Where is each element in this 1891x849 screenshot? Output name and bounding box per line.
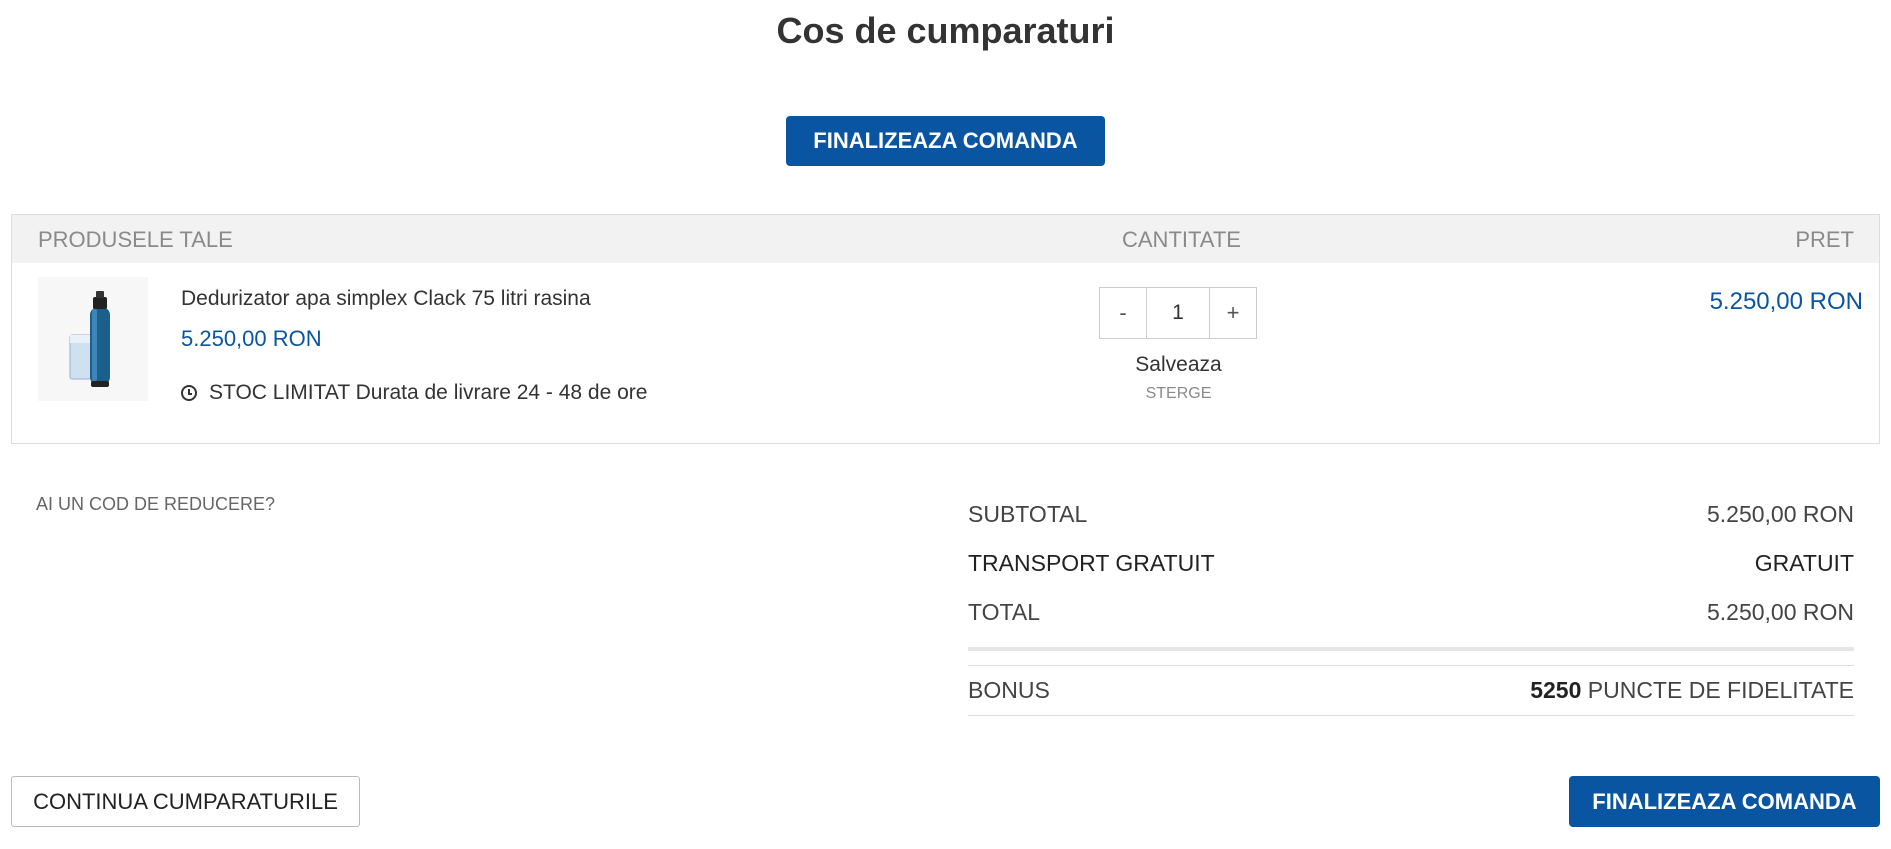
save-link[interactable]: Salveaza: [1099, 353, 1258, 377]
stock-status: STOC LIMITAT: [209, 381, 350, 404]
water-softener-icon: [69, 291, 110, 387]
cart-table: PRODUSELE TALE CANTITATE PRET Dedurizato…: [11, 214, 1880, 444]
delivery-time: Durata de livrare 24 - 48 de ore: [355, 381, 648, 404]
quantity-stepper: - 1 +: [1099, 287, 1257, 339]
bonus-points: 5250: [1530, 677, 1582, 703]
transport-row: TRANSPORT GRATUIT GRATUIT: [968, 539, 1854, 588]
subtotal-value: 5.250,00 RON: [1706, 501, 1854, 527]
header-quantity: CANTITATE: [1122, 227, 1241, 252]
total-row: TOTAL 5.250,00 RON: [968, 588, 1854, 637]
bonus-row: BONUS 5250 PUNCTE DE FIDELITATE: [968, 666, 1854, 716]
header-price: PRET: [1795, 227, 1854, 252]
product-unit-price: 5.250,00 RON: [181, 326, 322, 351]
header-products: PRODUSELE TALE: [38, 227, 233, 252]
clock-icon: [181, 385, 197, 401]
discount-code-link[interactable]: AI UN COD DE REDUCERE?: [36, 494, 275, 515]
transport-label: TRANSPORT GRATUIT: [968, 550, 1215, 576]
bonus-suffix: PUNCTE DE FIDELITATE: [1587, 677, 1854, 703]
product-image[interactable]: [38, 277, 148, 401]
checkout-button-bottom[interactable]: FINALIZEAZA COMANDA: [1569, 776, 1880, 827]
total-value: 5.250,00 RON: [1706, 599, 1854, 625]
bonus-label: BONUS: [968, 677, 1050, 703]
table-row: Dedurizator apa simplex Clack 75 litri r…: [12, 263, 1879, 443]
checkout-button-top[interactable]: FINALIZEAZA COMANDA: [786, 116, 1105, 166]
cart-header: PRODUSELE TALE CANTITATE PRET: [12, 215, 1879, 263]
summary-divider: [968, 647, 1854, 651]
subtotal-row: SUBTOTAL 5.250,00 RON: [968, 490, 1854, 539]
delete-link[interactable]: STERGE: [1099, 385, 1258, 403]
increment-button[interactable]: +: [1210, 288, 1256, 338]
stock-info: STOC LIMITAT Durata de livrare 24 - 48 d…: [181, 381, 647, 405]
total-label: TOTAL: [968, 599, 1040, 625]
product-name[interactable]: Dedurizator apa simplex Clack 75 litri r…: [181, 287, 591, 311]
bonus-value: 5250 PUNCTE DE FIDELITATE: [1530, 677, 1854, 704]
transport-value: GRATUIT: [1754, 550, 1854, 576]
row-total-price: 5.250,00 RON: [1709, 288, 1863, 315]
continue-shopping-button[interactable]: CONTINUA CUMPARATURILE: [11, 776, 360, 827]
subtotal-label: SUBTOTAL: [968, 501, 1088, 527]
decrement-button[interactable]: -: [1100, 288, 1146, 338]
quantity-input[interactable]: 1: [1146, 288, 1210, 338]
page-title: Cos de cumparaturi: [776, 10, 1115, 51]
order-summary: SUBTOTAL 5.250,00 RON TRANSPORT GRATUIT …: [968, 490, 1854, 716]
